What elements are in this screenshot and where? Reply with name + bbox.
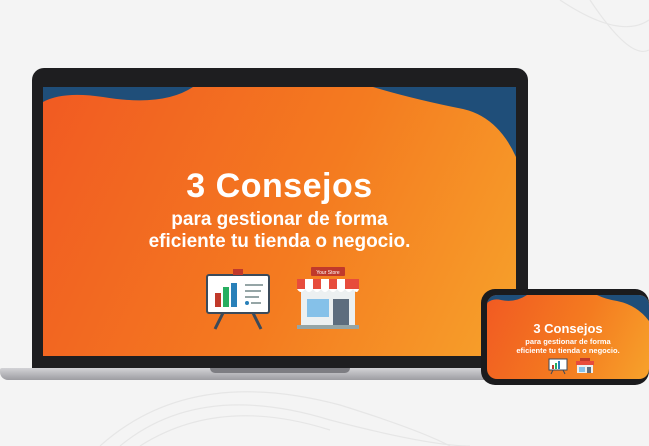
- slide-title: 3 Consejos: [186, 167, 373, 205]
- laptop-mockup: 3 Consejos para gestionar de forma efici…: [0, 68, 560, 380]
- phone-slide-subtitle-line1: para gestionar de forma: [525, 337, 611, 346]
- phone-store-icon: [576, 358, 594, 373]
- phone-mockup: 3 Consejos para gestionar de forma efici…: [481, 289, 649, 385]
- phone-icons: [548, 358, 594, 375]
- presentation-chart-icon: [206, 269, 270, 330]
- phone-slide-subtitle-line2: eficiente tu tienda o negocio.: [516, 346, 620, 355]
- phone-screen: 3 Consejos para gestionar de forma efici…: [487, 295, 649, 379]
- svg-text:Your Store: Your Store: [316, 270, 340, 276]
- store-front-icon: Your Store: [297, 267, 359, 329]
- laptop-base: [0, 368, 560, 380]
- phone-chart-icon: [548, 358, 568, 375]
- slide-subtitle-line1: para gestionar de forma: [171, 209, 388, 230]
- laptop-notch: [210, 368, 350, 373]
- slide-subtitle-line2: eficiente tu tienda o negocio.: [148, 231, 411, 252]
- phone-slide-title: 3 Consejos: [533, 321, 603, 336]
- laptop-screen: 3 Consejos para gestionar de forma efici…: [43, 87, 516, 356]
